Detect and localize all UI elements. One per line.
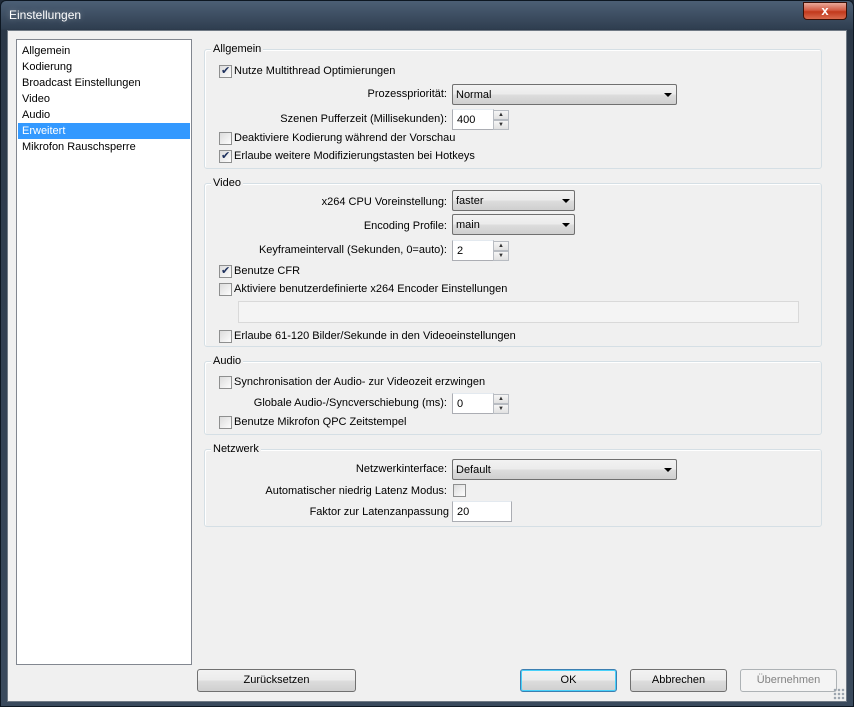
group-audio: Audio Synchronisation der Audio- zur Vid… [204, 354, 822, 435]
checkbox-box[interactable] [219, 149, 232, 163]
high-fps-label: Erlaube 61-120 Bilder/Sekunde in den Vid… [234, 330, 516, 342]
nav-item-broadcast[interactable]: Broadcast Einstellungen [18, 75, 190, 91]
sync-force-label: Synchronisation der Audio- zur Videozeit… [234, 376, 486, 388]
sync-force-checkbox[interactable]: Synchronisation der Audio- zur Videozeit… [219, 376, 619, 390]
keyframe-value: 2 [457, 245, 464, 257]
group-audio-title: Audio [211, 354, 244, 368]
reset-button[interactable]: Zurücksetzen [197, 669, 356, 692]
keyframe-spinbox[interactable]: 2 ▲ ▼ [452, 240, 512, 261]
cancel-button[interactable]: Abbrechen [630, 669, 727, 692]
group-network-title: Netzwerk [211, 442, 261, 456]
mic-qpc-label: Benutze Mikrofon QPC Zeitstempel [234, 416, 407, 428]
nav-item-kodierung[interactable]: Kodierung [18, 59, 190, 75]
keyframe-spin-buttons: ▲ ▼ [493, 241, 509, 261]
disable-preview-encoding-checkbox[interactable]: Deaktiviere Kodierung während der Vorsch… [219, 132, 539, 146]
latency-factor-input[interactable]: 20 [452, 501, 512, 522]
custom-x264-checkbox[interactable]: Aktiviere benutzerdefinierte x264 Encode… [219, 283, 619, 297]
multithread-label: Nutze Multithread Optimierungen [234, 65, 396, 77]
high-fps-checkbox[interactable]: Erlaube 61-120 Bilder/Sekunde in den Vid… [219, 330, 619, 344]
nav-item-erweitert[interactable]: Erweitert [18, 123, 190, 139]
settings-category-list[interactable]: Allgemein Kodierung Broadcast Einstellun… [16, 39, 192, 665]
disable-preview-encoding-label: Deaktiviere Kodierung während der Vorsch… [234, 132, 456, 144]
checkbox-box[interactable] [219, 283, 232, 296]
group-general-title: Allgemein [211, 42, 264, 56]
close-button[interactable]: x [803, 2, 847, 20]
cfr-checkbox[interactable]: Benutze CFR [219, 264, 419, 279]
close-icon: x [821, 3, 829, 18]
checkbox-box[interactable] [219, 416, 232, 429]
checkbox-box[interactable] [219, 376, 232, 389]
spin-down-icon[interactable]: ▼ [493, 251, 509, 261]
dialog-client-area: Allgemein Kodierung Broadcast Einstellun… [7, 30, 847, 702]
resize-grip[interactable] [833, 688, 845, 700]
global-offset-spinbox[interactable]: 0 ▲ ▼ [452, 393, 512, 414]
spin-up-icon[interactable]: ▲ [493, 394, 509, 404]
global-offset-input[interactable]: 0 [452, 393, 494, 414]
buffer-value: 400 [457, 114, 476, 126]
buffer-spinbox[interactable]: 400 ▲ ▼ [452, 109, 512, 130]
interface-select[interactable]: Default [452, 459, 677, 480]
interface-label: Netzwerkinterface: [355, 463, 447, 475]
nav-item-allgemein[interactable]: Allgemein [18, 43, 190, 59]
mic-qpc-checkbox[interactable]: Benutze Mikrofon QPC Zeitstempel [219, 416, 519, 430]
spin-down-icon[interactable]: ▼ [493, 120, 509, 130]
settings-window: Einstellungen x Allgemein Kodierung Broa… [0, 0, 854, 707]
hotkey-modifiers-checkbox[interactable]: Erlaube weitere Modifizierungstasten bei… [219, 149, 559, 164]
priority-label: Prozesspriorität: [367, 88, 447, 100]
checkbox-box[interactable] [219, 330, 232, 343]
encoding-profile-select[interactable]: main [452, 214, 575, 235]
encoding-profile-label: Encoding Profile: [363, 220, 447, 232]
x264-preset-select[interactable]: faster [452, 190, 575, 211]
checkbox-box[interactable] [219, 132, 232, 145]
buffer-label: Szenen Pufferzeit (Millisekunden): [280, 113, 447, 125]
priority-select[interactable]: Normal [452, 84, 677, 105]
interface-value: Default [456, 464, 491, 476]
keyframe-input[interactable]: 2 [452, 240, 494, 261]
buffer-spin-buttons: ▲ ▼ [493, 110, 509, 130]
hotkey-modifiers-label: Erlaube weitere Modifizierungstasten bei… [234, 150, 475, 162]
spin-up-icon[interactable]: ▲ [493, 241, 509, 251]
multithread-checkbox[interactable]: Nutze Multithread Optimierungen [219, 64, 519, 79]
spin-up-icon[interactable]: ▲ [493, 110, 509, 120]
group-network: Netzwerk Netzwerkinterface: Default Auto… [204, 442, 822, 527]
chevron-down-icon [562, 223, 570, 227]
custom-x264-label: Aktiviere benutzerdefinierte x264 Encode… [234, 283, 508, 295]
group-video-title: Video [211, 176, 243, 190]
chevron-down-icon [664, 93, 672, 97]
encoding-profile-value: main [456, 219, 480, 231]
group-video: Video x264 CPU Voreinstellung: faster En… [204, 176, 822, 347]
x264-preset-value: faster [456, 195, 484, 207]
latency-factor-label: Faktor zur Latenzanpassung [309, 506, 449, 518]
global-offset-label: Globale Audio-/Syncverschiebung (ms): [253, 397, 447, 409]
priority-value: Normal [456, 89, 492, 101]
low-latency-label: Automatischer niedrig Latenz Modus: [265, 485, 447, 497]
group-general: Allgemein Nutze Multithread Optimierunge… [204, 42, 822, 169]
chevron-down-icon [562, 199, 570, 203]
global-offset-value: 0 [457, 398, 464, 410]
chevron-down-icon [664, 468, 672, 472]
global-offset-spin-buttons: ▲ ▼ [493, 394, 509, 414]
checkbox-box[interactable] [219, 64, 232, 78]
checkbox-box[interactable] [219, 264, 232, 278]
spin-down-icon[interactable]: ▼ [493, 404, 509, 414]
x264-preset-label: x264 CPU Voreinstellung: [321, 196, 447, 208]
ok-button[interactable]: OK [520, 669, 617, 692]
apply-button[interactable]: Übernehmen [740, 669, 837, 692]
nav-item-video[interactable]: Video [18, 91, 190, 107]
keyframe-label: Keyframeintervall (Sekunden, 0=auto): [258, 244, 447, 256]
title-bar[interactable]: Einstellungen x [1, 1, 853, 29]
cfr-label: Benutze CFR [234, 265, 301, 277]
nav-item-audio[interactable]: Audio [18, 107, 190, 123]
nav-item-mikrofon[interactable]: Mikrofon Rauschsperre [18, 139, 190, 155]
custom-x264-input[interactable] [238, 301, 799, 323]
latency-factor-value: 20 [457, 506, 470, 518]
buffer-input[interactable]: 400 [452, 109, 494, 130]
window-title: Einstellungen [9, 8, 82, 22]
low-latency-checkbox[interactable] [453, 484, 466, 497]
